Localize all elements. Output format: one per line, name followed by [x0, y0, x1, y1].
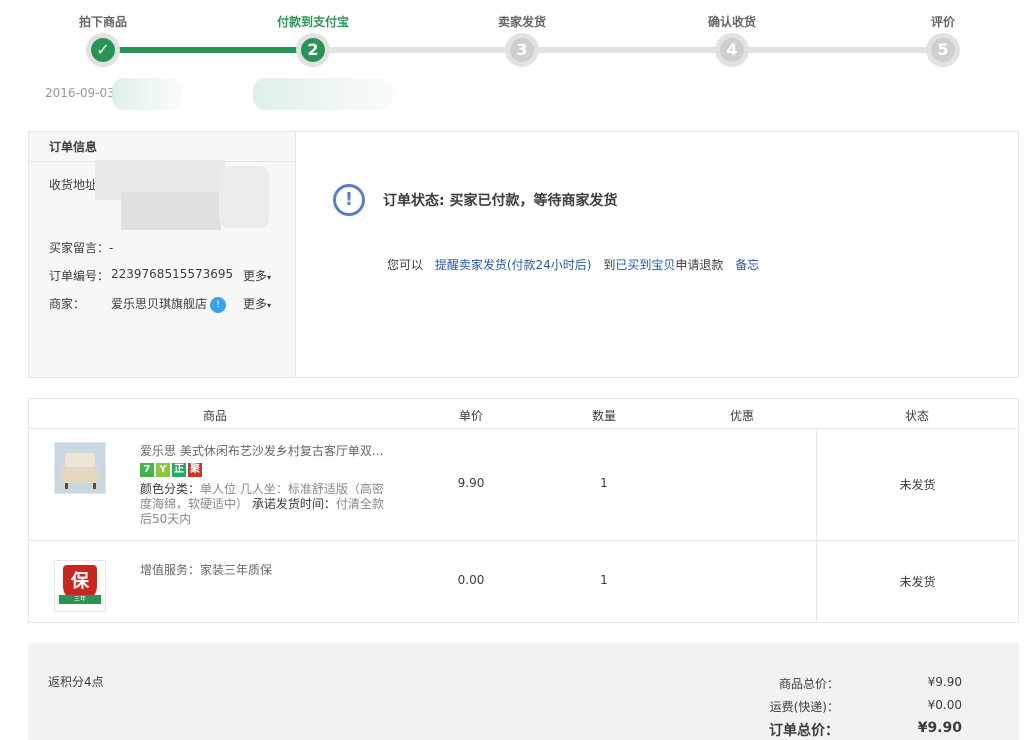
order-status-panel: ! 订单状态: 买家已付款，等待商家发货 您可以 提醒卖家发货(付款24小时后)… — [297, 132, 1018, 377]
step-label-4: 确认收货 — [707, 15, 757, 29]
warranty-thumbnail: 保 三年 — [54, 560, 106, 612]
order-detail-page: 拍下商品 付款到支付宝 卖家发货 确认收货 评价 ✓ 2 3 4 5 2016-… — [0, 0, 1029, 740]
product-name-link[interactable]: 爱乐思 美式休闲布艺沙发乡村复古客厅单双... — [140, 442, 383, 459]
goods-table-header: 商品 单价 数量 优惠 状态 — [29, 399, 1018, 429]
service-price: 0.00 — [457, 573, 485, 587]
progress-line-done — [103, 47, 313, 53]
product-status-cell: 未发货 — [816, 429, 1018, 540]
step-circle-5: 5 — [926, 33, 960, 67]
order-progress: 拍下商品 付款到支付宝 卖家发货 确认收货 评价 ✓ 2 3 4 5 2016-… — [0, 0, 1029, 120]
service-status-cell: 未发货 — [816, 542, 1018, 622]
order-info-box: 订单信息 收货地址 买家留言：- 订单编号： 2239768515573695 … — [28, 131, 1019, 378]
wangwang-chat-icon[interactable]: ! — [210, 296, 227, 313]
order-number-value: 2239768515573695 — [111, 267, 234, 281]
order-info-title: 订单信息 — [29, 132, 295, 162]
reward-points: 返积分4点 — [48, 675, 104, 689]
memo-link[interactable]: 备忘 — [735, 258, 759, 272]
goods-total-value: ¥9.90 — [927, 675, 962, 689]
remind-seller-link[interactable]: 提醒卖家发货(付款24小时后) — [435, 258, 592, 272]
step-circle-1: ✓ — [86, 33, 120, 67]
step-date: 2016-09-03 — [45, 86, 115, 100]
order-number-row: 订单编号： 2239768515573695 — [49, 267, 233, 284]
check-icon: ✓ — [91, 38, 115, 62]
header-discount: 优惠 — [729, 409, 755, 423]
chevron-down-icon: ▾ — [267, 301, 272, 310]
address-label: 收货地址 — [49, 178, 98, 192]
goods-table: 商品 单价 数量 优惠 状态 爱乐思 美式休闲布艺沙发乡村复古客厅单双... 7… — [28, 398, 1019, 623]
order-more-button[interactable]: 更多▾ — [243, 267, 271, 284]
seller-row: 商家： 爱乐思贝琪旗舰店! — [49, 295, 227, 313]
goods-total-label: 商品总价： — [778, 677, 839, 691]
exclamation-icon: ! — [333, 184, 365, 216]
chevron-down-icon: ▾ — [267, 273, 272, 282]
buyer-message: 买家留言：- — [49, 241, 114, 255]
step-circle-2: 2 — [296, 33, 330, 67]
shipping-label: 运费(快递)： — [769, 700, 839, 714]
product-price: 9.90 — [457, 476, 485, 490]
header-price: 单价 — [458, 409, 484, 423]
redacted-address-2 — [121, 192, 221, 230]
step-circle-3: 3 — [505, 33, 539, 67]
step-label-5: 评价 — [930, 15, 956, 29]
table-row: 爱乐思 美式休闲布艺沙发乡村复古客厅单双... 7Y正聚 颜色分类：单人位 几人… — [29, 429, 1018, 541]
seller-name[interactable]: 爱乐思贝琪旗舰店! — [111, 295, 227, 313]
service-name: 增值服务：家装三年质保 — [140, 563, 273, 577]
redacted-time — [112, 78, 182, 110]
service-quantity: 1 — [600, 573, 608, 587]
purchased-items-link[interactable]: 已买到宝贝 — [615, 258, 675, 272]
step-label-1: 拍下商品 — [78, 15, 128, 29]
genuine-icon[interactable]: 正 — [172, 463, 186, 477]
step-label-3: 卖家发货 — [497, 15, 547, 29]
order-total-label: 订单总价： — [769, 723, 839, 739]
seller-label: 商家： — [49, 297, 86, 311]
order-status-text: 订单状态: 买家已付款，等待商家发货 — [383, 193, 618, 209]
header-goods: 商品 — [202, 409, 228, 423]
seller-more-button[interactable]: 更多▾ — [243, 295, 271, 312]
order-number-label: 订单编号： — [49, 269, 110, 283]
order-actions: 您可以 提醒卖家发货(付款24小时后) 到已买到宝贝申请退款 备忘 — [387, 258, 760, 272]
step-label-2: 付款到支付宝 — [276, 15, 350, 29]
step-circle-4: 4 — [715, 33, 749, 67]
service-status: 未发货 — [899, 575, 936, 589]
order-summary: 返积分4点 商品总价： ¥9.90 运费(快递)： ¥0.00 订单总价： ¥9… — [28, 643, 1019, 740]
product-quantity: 1 — [600, 476, 608, 490]
product-badges: 7Y正聚 — [140, 461, 204, 477]
product-thumbnail[interactable] — [54, 442, 106, 494]
product-status: 未发货 — [899, 478, 936, 492]
guarantee-icon[interactable]: Y — [156, 463, 170, 477]
order-total-value: ¥9.90 — [917, 720, 962, 736]
redacted-time-2 — [253, 78, 393, 110]
seven-day-return-icon[interactable]: 7 — [140, 463, 154, 477]
product-sku: 颜色分类：单人位 几人坐：标准舒适版（高密度海绵，软硬适中） 承诺发货时间：付清… — [140, 482, 384, 526]
header-status: 状态 — [904, 409, 930, 423]
progress-line-pending — [313, 47, 943, 53]
shipping-value: ¥0.00 — [927, 698, 962, 712]
table-row: 保 三年 增值服务：家装三年质保 0.00 1 未发货 — [29, 542, 1018, 622]
juhuasuan-icon[interactable]: 聚 — [188, 463, 202, 477]
redacted-address-3 — [219, 166, 269, 228]
order-info-panel: 订单信息 收货地址 买家留言：- 订单编号： 2239768515573695 … — [29, 132, 296, 377]
header-quantity: 数量 — [591, 409, 617, 423]
